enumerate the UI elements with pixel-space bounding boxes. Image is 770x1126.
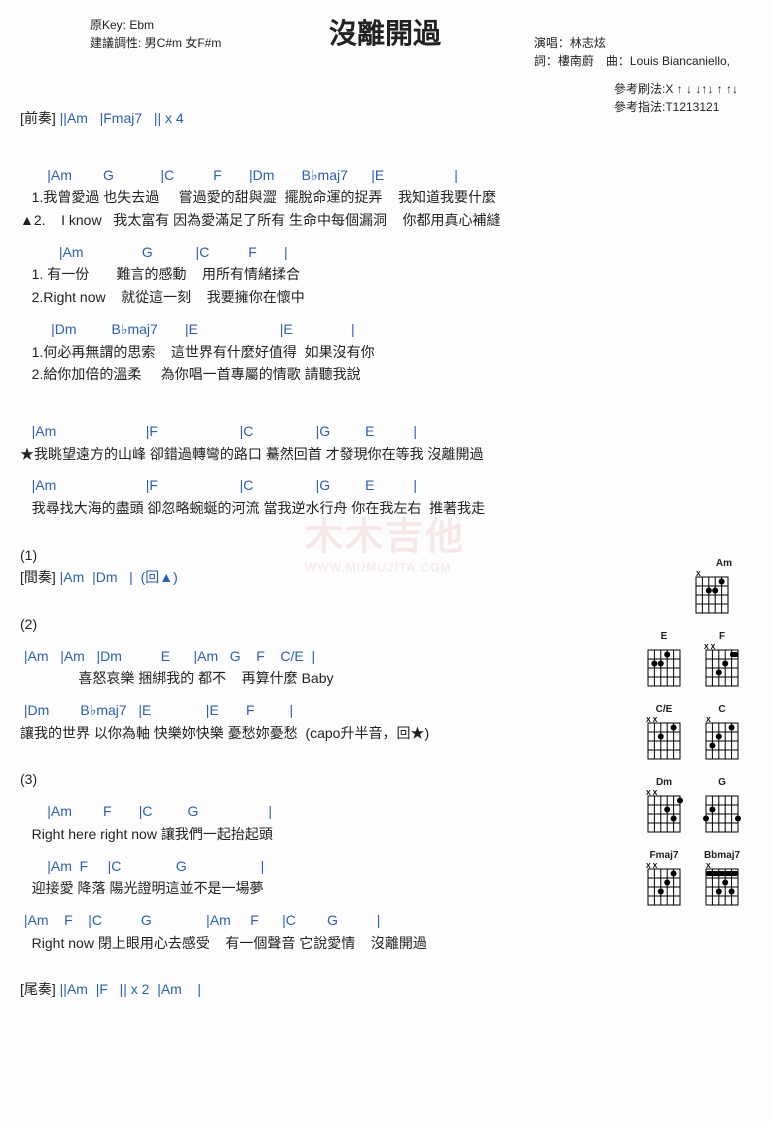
svg-text:X X: X X — [704, 644, 716, 651]
verse-lyric-2b: 2.Right now 就從這一刻 我要擁你在懷中 — [20, 287, 750, 309]
chord-grid-icon — [644, 644, 684, 690]
sec3-lyric-3: Right now 閉上眼用心去感受 有一個聲音 它說愛情 沒離開過 — [20, 933, 750, 955]
chord-grid-icon: X X — [644, 790, 684, 836]
chord-name: G — [718, 777, 726, 788]
suggest-key: 建議調性: 男C#m 女F#m — [90, 34, 221, 52]
verse-chords-1: |Am G |C F |Dm B♭maj7 |E | — [20, 165, 750, 187]
original-key: 原Key: Ebm — [90, 16, 221, 34]
svg-text:X: X — [706, 717, 711, 724]
svg-text:X X: X X — [646, 717, 658, 724]
chord-diagram-c: C X — [702, 704, 742, 763]
chord-name: Bbmaj7 — [704, 850, 740, 861]
chord-name: Dm — [656, 777, 672, 788]
verse-lyric-1a: 1.我曾愛過 也失去過 嘗過愛的甜與澀 擺脫命運的捉弄 我知道我要什麼 — [20, 187, 750, 209]
outro-label: [尾奏] — [20, 981, 56, 997]
verse-lyric-3b: 2.給你加倍的溫柔 為你唱一首專屬的情歌 請聽我說 — [20, 364, 750, 386]
chord-diagram-bbmaj7: Bbmaj7 X — [702, 850, 742, 909]
composer: 詞：樓南蔚 曲：Louis Biancaniello, — [534, 52, 730, 70]
chord-name: F — [719, 631, 725, 642]
svg-text:X: X — [706, 863, 711, 870]
svg-text:X X: X X — [646, 863, 658, 870]
chord-name: Fmaj7 — [650, 850, 679, 861]
chord-name: C — [718, 704, 725, 715]
svg-text:X: X — [696, 571, 701, 578]
chord-grid-icon — [702, 790, 742, 836]
intro-label: [前奏] — [20, 110, 56, 126]
finger-pattern: 參考指法:T1213121 — [614, 98, 738, 116]
singer: 演唱：林志炫 — [534, 34, 730, 52]
chord-name: C/E — [656, 704, 673, 715]
chord-name: Am — [716, 558, 732, 569]
chord-diagram-ce: C/E X X — [644, 704, 684, 763]
verse-chords-3: |Dm B♭maj7 |E |E | — [20, 319, 750, 341]
intro-chords: ||Am |Fmaj7 || x 4 — [56, 110, 184, 126]
chord-diagram-f: F X X — [702, 631, 742, 690]
interlude-chords: |Am |Dm | (回▲) — [56, 569, 178, 585]
outro-row: [尾奏] ||Am |F || x 2 |Am | — [20, 979, 750, 1001]
strum-info: 參考刷法:X ↑ ↓ ↓↑↓ ↑ ↑↓ 參考指法:T1213121 — [614, 80, 738, 116]
strum-pattern: 參考刷法:X ↑ ↓ ↓↑↓ ↑ ↑↓ — [614, 80, 738, 98]
chord-grid-icon: X — [702, 717, 742, 763]
chord-grid-icon: X X — [644, 717, 684, 763]
chorus-lyric-2: 我尋找大海的盡頭 卻忽略蜿蜒的河流 當我逆水行舟 你在我左右 推著我走 — [20, 498, 750, 520]
chord-name: E — [661, 631, 668, 642]
chorus-chords-1: |Am |F |C |G E | — [20, 421, 750, 443]
chord-grid-icon: X X — [644, 863, 684, 909]
meta-right: 演唱：林志炫 詞：樓南蔚 曲：Louis Biancaniello, — [534, 34, 730, 70]
verse-lyric-1b: ▲2. I know 我太富有 因為愛滿足了所有 生命中每個漏洞 你都用真心補縫 — [20, 210, 750, 232]
chorus-chords-2: |Am |F |C |G E | — [20, 475, 750, 497]
meta-left: 原Key: Ebm 建議調性: 男C#m 女F#m — [90, 16, 221, 52]
chord-diagram-fmaj7: Fmaj7 X X — [644, 850, 684, 909]
interlude-label: [間奏] — [20, 569, 56, 585]
verse-lyric-2a: 1. 有一份 難言的感動 用所有情緒揉合 — [20, 264, 750, 286]
chord-diagram-am: Am X — [612, 558, 742, 617]
chord-diagram-panel: Am X E F X X C/E X X C X Dm X X G — [612, 558, 742, 909]
chord-grid-icon: X — [702, 863, 742, 909]
chord-diagram-e: E — [644, 631, 684, 690]
chord-grid-icon: X X — [702, 644, 742, 690]
chorus-lyric-1: ★我眺望遠方的山峰 卻錯過轉彎的路口 驀然回首 才發現你在等我 沒離開過 — [20, 444, 750, 466]
chord-grid-icon: X — [692, 571, 732, 617]
chord-diagram-dm: Dm X X — [644, 777, 684, 836]
chord-diagram-g: G — [702, 777, 742, 836]
verse-chords-2: |Am G |C F | — [20, 242, 750, 264]
svg-text:X X: X X — [646, 790, 658, 797]
sec3-chords-3: |Am F |C G |Am F |C G | — [20, 910, 750, 932]
outro-chords: ||Am |F || x 2 |Am | — [56, 981, 201, 997]
verse-lyric-3a: 1.何必再無謂的思索 這世界有什麼好值得 如果沒有你 — [20, 342, 750, 364]
